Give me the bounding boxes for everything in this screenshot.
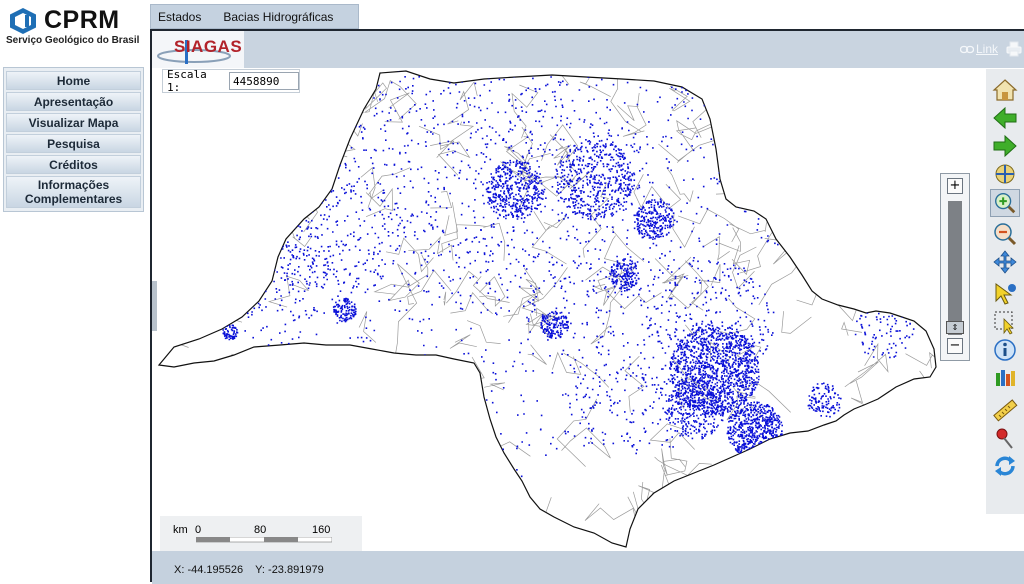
pan-icon[interactable] — [992, 249, 1018, 275]
layers-icon[interactable] — [992, 365, 1018, 391]
pushpin-icon[interactable] — [992, 425, 1018, 451]
scalebar: km 0 80 160 — [160, 516, 362, 551]
map-canvas[interactable] — [154, 69, 986, 551]
cprm-hexagon-icon — [10, 8, 36, 34]
menu-item-apresentacao[interactable]: Apresentação — [6, 92, 141, 111]
municipal-borders — [159, 71, 936, 547]
back-arrow-icon[interactable] — [992, 105, 1018, 131]
status-bar: X: -44.195526 Y: -23.891979 — [152, 551, 1024, 584]
full-extent-icon[interactable] — [992, 161, 1018, 187]
cprm-logo[interactable]: CPRM Serviço Geológico do Brasil — [4, 4, 144, 48]
zoom-slider-plus-button[interactable]: + — [947, 178, 963, 194]
menu-item-visualizar-mapa[interactable]: Visualizar Mapa — [6, 113, 141, 132]
zoom-slider-track[interactable] — [948, 201, 962, 335]
zoom-slider-thumb[interactable]: ⇕ — [946, 321, 964, 334]
siagas-logo-text: SIAGAS — [174, 37, 243, 56]
scalebar-tick-160: 160 — [312, 524, 331, 536]
zoom-slider-minus-button[interactable]: − — [947, 338, 963, 354]
coordinates-readout: X: -44.195526 Y: -23.891979 — [174, 564, 324, 576]
scalebar-tick-0: 0 — [195, 524, 202, 536]
well-points — [215, 71, 915, 489]
refresh-icon[interactable] — [992, 453, 1018, 479]
menu-item-home[interactable]: Home — [6, 71, 141, 90]
tab-estados[interactable]: Estados — [151, 10, 208, 24]
forward-arrow-icon[interactable] — [992, 133, 1018, 159]
link-label: Link — [975, 42, 998, 56]
map-header-bar: SIAGAS Link — [152, 31, 1024, 68]
identify-pointer-icon[interactable] — [992, 281, 1018, 307]
menu-item-pesquisa[interactable]: Pesquisa — [6, 134, 141, 153]
scalebar-tick-80: 80 — [254, 524, 267, 536]
zoom-in-icon[interactable] — [990, 189, 1020, 217]
x-value: -44.195526 — [187, 564, 244, 576]
siagas-logo: SIAGAS — [152, 31, 244, 68]
select-box-icon[interactable] — [992, 309, 1018, 335]
menu-item-creditos[interactable]: Créditos — [6, 155, 141, 174]
scalebar-graphic — [196, 537, 332, 543]
tab-bacias-hidrograficas[interactable]: Bacias Hidrográficas — [216, 10, 340, 24]
logo-name: CPRM — [44, 6, 120, 34]
home-icon[interactable] — [992, 77, 1018, 103]
scalebar-unit: km — [173, 524, 188, 536]
scale-box: Escala 1: — [162, 68, 300, 94]
zoom-slider[interactable]: + ⇕ − — [940, 173, 970, 361]
link-button[interactable]: Link — [959, 42, 998, 56]
print-icon[interactable] — [1006, 41, 1022, 57]
zoom-out-icon[interactable] — [992, 221, 1018, 247]
scale-input[interactable] — [229, 72, 299, 90]
x-label: X: — [174, 564, 185, 576]
info-icon[interactable] — [992, 337, 1018, 363]
map-tabs: Estados Bacias Hidrográficas — [150, 4, 359, 29]
logo-subtitle: Serviço Geológico do Brasil — [6, 35, 140, 46]
map-frame: SIAGAS Link Escala 1: km 0 80 160 — [150, 29, 1024, 584]
main-menu: Home Apresentação Visualizar Mapa Pesqui… — [3, 67, 144, 212]
scale-label: Escala 1: — [167, 68, 207, 94]
chain-link-icon — [959, 45, 974, 53]
measure-ruler-icon[interactable] — [992, 397, 1018, 423]
y-label: Y: — [255, 564, 265, 576]
map-toolbar — [986, 69, 1024, 514]
y-value: -23.891979 — [268, 564, 324, 576]
menu-item-informacoes[interactable]: Informações Complementares — [6, 176, 141, 208]
